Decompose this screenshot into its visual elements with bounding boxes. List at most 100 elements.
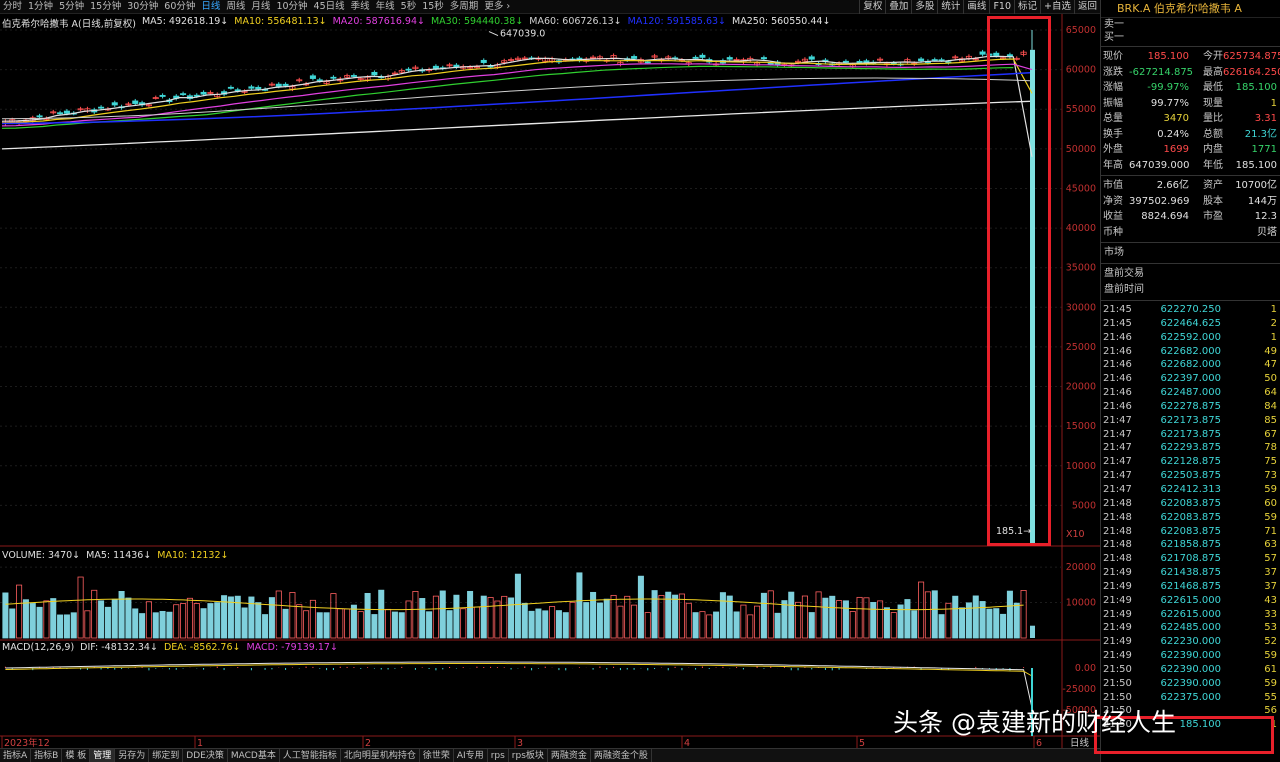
period-tab[interactable]: 多周期 <box>447 0 482 14</box>
bottom-tab[interactable]: AI专用 <box>454 749 488 762</box>
candle <box>227 86 234 89</box>
period-tab[interactable]: 分时 <box>0 0 25 14</box>
volume-bar <box>521 602 528 639</box>
tool-button[interactable]: F10 <box>989 0 1014 14</box>
period-tab[interactable]: 45日线 <box>311 0 348 14</box>
quote-label: 收益 <box>1103 211 1123 222</box>
tick-list[interactable]: 21:45 622270.250 1 21:45 622464.625 2 21:46 622… <box>1101 303 1280 732</box>
bottom-tab[interactable]: 北向明星机构持仓 <box>341 749 420 762</box>
volume-bar <box>678 593 685 639</box>
period-tab[interactable]: 日线 <box>198 0 223 14</box>
kline-chart[interactable]: 6500060000550005000045000400003500030000… <box>0 0 1100 748</box>
quote-label: 外盘 <box>1103 144 1123 155</box>
tick-time: 21:47 <box>1103 414 1132 426</box>
tick-price: 622503.875 <box>1160 470 1221 482</box>
period-tab[interactable]: 更多 › <box>481 0 513 14</box>
tick-price: 622230.000 <box>1160 636 1221 648</box>
tick-volume: 37 <box>1264 580 1277 592</box>
volume-bar <box>378 589 385 639</box>
buy1-row: 买一 <box>1104 32 1124 43</box>
ma-label: MA250: 560550.44↓ <box>732 16 831 27</box>
bottom-tab[interactable]: 管理 <box>90 749 116 762</box>
candle <box>234 89 241 92</box>
bottom-tab[interactable]: 徐世荣 <box>420 749 454 762</box>
period-tab[interactable]: 30分钟 <box>124 0 161 14</box>
volume-bar <box>959 607 966 639</box>
volume-ma10-label: MA10: 12132↓ <box>157 550 229 561</box>
period-tab[interactable]: 周线 <box>223 0 248 14</box>
candle <box>309 75 316 79</box>
period-tab[interactable]: 60分钟 <box>161 0 198 14</box>
candle <box>480 59 487 63</box>
date-label: 2 <box>365 738 371 748</box>
tick-volume: 1 <box>1270 331 1277 343</box>
volume-bar <box>576 572 583 639</box>
tick-row: 21:48 621708.875 57 <box>1101 552 1280 566</box>
quote-label: 资产 <box>1203 180 1223 191</box>
macd-label: MACD(12,26,9) <box>2 642 75 653</box>
bottom-tab[interactable]: 两融资金个股 <box>591 749 652 762</box>
quote-row: 年高 647039.000 年低 185.100 <box>1101 158 1280 174</box>
quote-value <box>1129 225 1189 241</box>
volume-bar <box>16 584 23 639</box>
volume-bar <box>480 595 487 639</box>
tick-price: 622293.875 <box>1160 442 1221 454</box>
tick-row: 21:46 622487.000 64 <box>1101 386 1280 400</box>
period-tab[interactable]: 5秒 <box>398 0 420 14</box>
period-tab[interactable]: 15分钟 <box>87 0 124 14</box>
bottom-tab[interactable]: 另存为 <box>115 749 150 762</box>
tick-volume: 55 <box>1264 691 1277 703</box>
candle <box>63 110 70 114</box>
volume-bar <box>412 590 419 639</box>
volume-bar <box>562 612 569 639</box>
bottom-tab[interactable]: MACD基本 <box>228 749 280 762</box>
period-tab[interactable]: 1分钟 <box>25 0 56 14</box>
quote-label: 净资 <box>1103 195 1123 207</box>
period-tab[interactable]: 月线 <box>248 0 273 14</box>
period-tab[interactable]: 季线 <box>348 0 373 14</box>
tool-button[interactable]: 叠加 <box>885 0 911 14</box>
bottom-tab[interactable]: 模 板 <box>62 749 91 762</box>
tool-button[interactable]: 复权 <box>859 0 885 14</box>
period-tab[interactable]: 10分钟 <box>273 0 310 14</box>
tool-button[interactable]: 多股 <box>911 0 937 14</box>
tick-row: 21:49 622485.000 53 <box>1101 621 1280 635</box>
tick-volume: 60 <box>1264 497 1277 509</box>
tick-volume: 59 <box>1264 511 1277 523</box>
tick-price: 622464.625 <box>1160 317 1221 329</box>
candle <box>200 91 207 95</box>
bottom-tab[interactable]: rps板块 <box>509 749 548 762</box>
chart-area[interactable]: 65000 60000 55000 50000 45000 40000 35000 30000… <box>0 0 1100 748</box>
bottom-tab[interactable]: DDE决策 <box>183 749 228 762</box>
tool-button[interactable]: 统计 <box>937 0 963 14</box>
tick-volume: 63 <box>1264 539 1277 551</box>
bottom-tab[interactable]: rps <box>488 749 509 762</box>
candle <box>275 83 282 87</box>
tick-volume: 73 <box>1264 470 1277 482</box>
bottom-tab[interactable]: 两融资金 <box>548 749 591 762</box>
volume-bar <box>726 595 733 639</box>
quote-label: 市值 <box>1103 180 1123 191</box>
bottom-tab[interactable]: 人工智能指标 <box>280 749 341 762</box>
period-tab[interactable]: 5分钟 <box>56 0 87 14</box>
bottom-tab[interactable]: 指标A <box>0 749 32 762</box>
period-tab[interactable]: 年线 <box>373 0 398 14</box>
tool-button[interactable]: 画线 <box>963 0 989 14</box>
volume-bar <box>610 594 617 639</box>
dif-line <box>5 661 1033 709</box>
bottom-tab[interactable]: 绑定到 <box>149 749 184 762</box>
tool-button[interactable]: 标记 <box>1014 0 1040 14</box>
tool-button[interactable]: +自选 <box>1040 0 1074 14</box>
bottom-tab[interactable]: 指标B <box>31 749 63 762</box>
y-tick-label: 25000 <box>1066 342 1096 353</box>
candle <box>57 112 64 115</box>
quote-value: 8824.694 <box>1141 211 1189 222</box>
period-tab[interactable]: 15秒 <box>419 0 447 14</box>
volume-bar <box>692 612 699 639</box>
stock-title: BRK.A 伯克希尔哈撒韦 A <box>1101 0 1280 18</box>
quote-value: 1771 <box>1251 144 1277 155</box>
tool-button[interactable]: 返回 <box>1073 0 1100 14</box>
quote-label: 内盘 <box>1203 144 1223 155</box>
tick-volume: 57 <box>1264 553 1277 565</box>
tick-row: 21:46 622682.000 49 <box>1101 345 1280 359</box>
